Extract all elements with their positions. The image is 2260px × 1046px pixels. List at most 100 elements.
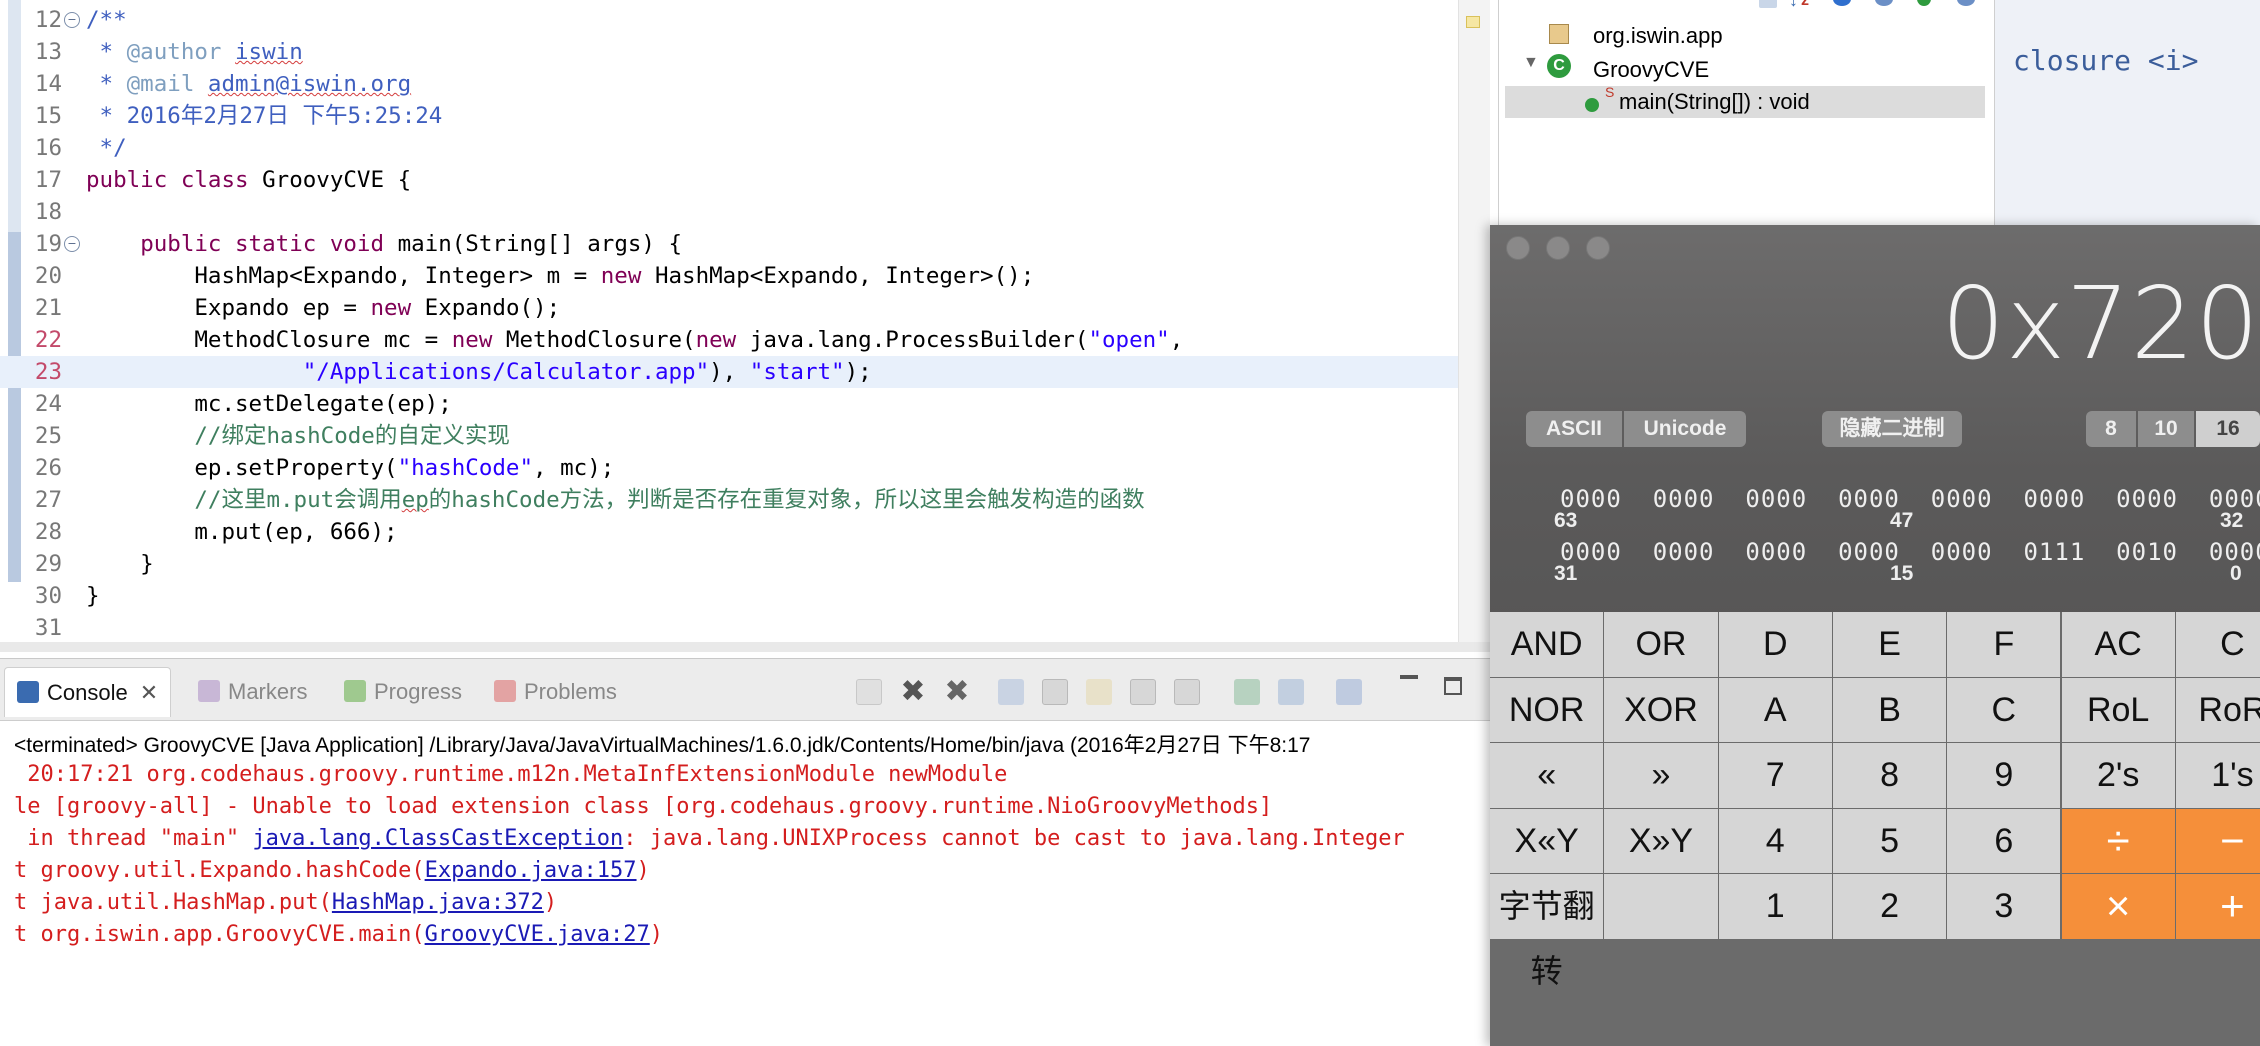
overview-ruler[interactable] [1458,0,1490,652]
hide-fields-icon[interactable] [1875,0,1893,6]
close-window-button[interactable] [1506,236,1530,260]
calc-key[interactable]: AND [1490,612,1604,677]
code-line[interactable]: 22 MethodClosure mc = new MethodClosure(… [0,324,1458,356]
code-line[interactable]: 26 ep.setProperty("hashCode", mc); [0,452,1458,484]
calc-key[interactable]: 1's [2175,743,2260,808]
remove-launch-icon[interactable]: ✖ [900,677,926,707]
code-line[interactable]: 31 [0,612,1458,644]
stacktrace-link[interactable]: Expando.java:157 [425,858,637,883]
calc-key[interactable]: AC [2061,612,2175,677]
calc-key[interactable]: NOR [1490,677,1604,742]
tab-console[interactable]: Console ✕ [4,667,172,718]
code-line[interactable]: 15 * 2016年2月27日 下午5:25:24 [0,100,1458,132]
code-line[interactable]: 21 Expando ep = new Expando(); [0,292,1458,324]
calc-key[interactable]: 3 [1947,874,2061,939]
calc-key[interactable] [1604,874,1718,939]
tab-problems[interactable]: Problems [494,667,617,717]
minimize-window-button[interactable] [1546,236,1570,260]
calc-key[interactable]: D [1718,612,1832,677]
outline-item-main[interactable]: main(String[]) : void [1505,86,1985,118]
hide-local-types-icon[interactable] [1957,0,1975,6]
calc-key[interactable]: 2's [2061,743,2175,808]
code-line[interactable]: 30} [0,580,1458,612]
calc-key[interactable]: C [2175,612,2260,677]
code-line[interactable]: 18 [0,196,1458,228]
overview-marker[interactable] [1466,16,1480,28]
hide-binary-button[interactable]: 隐藏二进制 [1822,411,1962,447]
calc-key[interactable]: × [2061,874,2175,939]
fold-toggle-icon[interactable]: − [64,236,80,252]
code-line[interactable]: 20 HashMap<Expando, Integer> m = new Has… [0,260,1458,292]
calc-key[interactable]: C [1947,677,2061,742]
clear-console-icon[interactable] [998,679,1024,705]
code-editor[interactable]: 12−/** 13 * @author iswin 14 * @mail admin… [0,0,1490,652]
outline-item-package[interactable]: org.iswin.app [1593,20,1723,52]
code-line[interactable]: 28 m.put(ep, 666); [0,516,1458,548]
sort-icon[interactable]: ↓ [1789,0,1798,11]
calc-key[interactable]: + [2175,874,2260,939]
calc-key[interactable]: 2 [1832,874,1947,939]
code-line[interactable]: 23 "/Applications/Calculator.app"), "sta… [0,356,1458,388]
calc-key[interactable]: 7 [1718,743,1832,808]
calc-key[interactable]: 4 [1718,808,1832,873]
code-line[interactable]: 13 * @author iswin [0,36,1458,68]
calc-key[interactable]: X«Y [1490,808,1604,873]
stacktrace-link[interactable]: java.lang.ClassCastException [252,826,623,851]
scroll-lock-icon[interactable] [1042,679,1068,705]
close-icon[interactable]: ✕ [140,668,158,718]
open-console-icon[interactable] [1336,679,1362,705]
code-line[interactable]: 14 * @mail admin@iswin.org [0,68,1458,100]
calc-key[interactable]: » [1604,743,1718,808]
pin-console-icon[interactable] [1234,679,1260,705]
code-line[interactable]: 24 mc.setDelegate(ep); [0,388,1458,420]
outline-item-class[interactable]: GroovyCVE [1593,54,1709,86]
stacktrace-link[interactable]: GroovyCVE.java:27 [425,922,650,947]
calc-key[interactable]: RoR [2175,677,2260,742]
calc-key[interactable]: E [1832,612,1947,677]
filter-icon[interactable] [1833,0,1851,6]
chevron-down-icon[interactable]: ▼ [1523,54,1539,72]
fold-toggle-icon[interactable]: − [64,12,80,28]
maximize-icon[interactable] [1444,677,1462,695]
calc-key[interactable]: F [1947,612,2061,677]
zoom-window-button[interactable] [1586,236,1610,260]
calc-key[interactable]: 1 [1718,874,1832,939]
calc-key[interactable]: « [1490,743,1604,808]
code-line[interactable]: 12−/** [0,4,1458,36]
calc-key[interactable]: ÷ [2061,808,2175,873]
stop-icon[interactable] [856,679,882,705]
show-on-stderr-icon[interactable] [1174,679,1200,705]
hide-nonpublic-icon[interactable] [1917,0,1931,6]
code-line[interactable]: 27 //这里m.put会调用ep的hashCode方法，判断是否存在重复对象，… [0,484,1458,516]
unicode-button[interactable]: Unicode [1624,411,1746,447]
collapse-all-icon[interactable] [1759,0,1777,8]
code-line[interactable]: 29 } [0,548,1458,580]
base-8-button[interactable]: 8 [2086,411,2136,447]
word-wrap-icon[interactable] [1086,679,1112,705]
minimize-icon[interactable] [1400,675,1418,679]
tab-markers[interactable]: Markers [198,667,307,717]
code-line[interactable]: 19− public static void main(String[] arg… [0,228,1458,260]
calc-key[interactable]: RoL [2061,677,2175,742]
base-10-button[interactable]: 10 [2138,411,2194,447]
calc-key[interactable]: − [2175,808,2260,873]
calc-key[interactable]: OR [1604,612,1718,677]
calc-key[interactable]: B [1832,677,1947,742]
code-line[interactable]: 25 //绑定hashCode的自定义实现 [0,420,1458,452]
calc-key[interactable]: XOR [1604,677,1718,742]
code-line[interactable]: 17 public class GroovyCVE { [0,164,1458,196]
base-16-button[interactable]: 16 [2196,411,2260,447]
calc-key[interactable]: 9 [1947,743,2061,808]
show-on-stdout-icon[interactable] [1130,679,1156,705]
calc-key[interactable]: 5 [1832,808,1947,873]
display-console-icon[interactable] [1278,679,1304,705]
ascii-button[interactable]: ASCII [1526,411,1622,447]
stacktrace-link[interactable]: HashMap.java:372 [332,890,544,915]
calc-key[interactable]: 6 [1947,808,2061,873]
calc-key[interactable]: X»Y [1604,808,1718,873]
remove-all-icon[interactable]: ✖ [944,677,970,707]
calc-key[interactable]: 8 [1832,743,1947,808]
calc-key[interactable]: A [1718,677,1832,742]
code-line[interactable]: 16 */ [0,132,1458,164]
tab-progress[interactable]: Progress [344,667,462,717]
